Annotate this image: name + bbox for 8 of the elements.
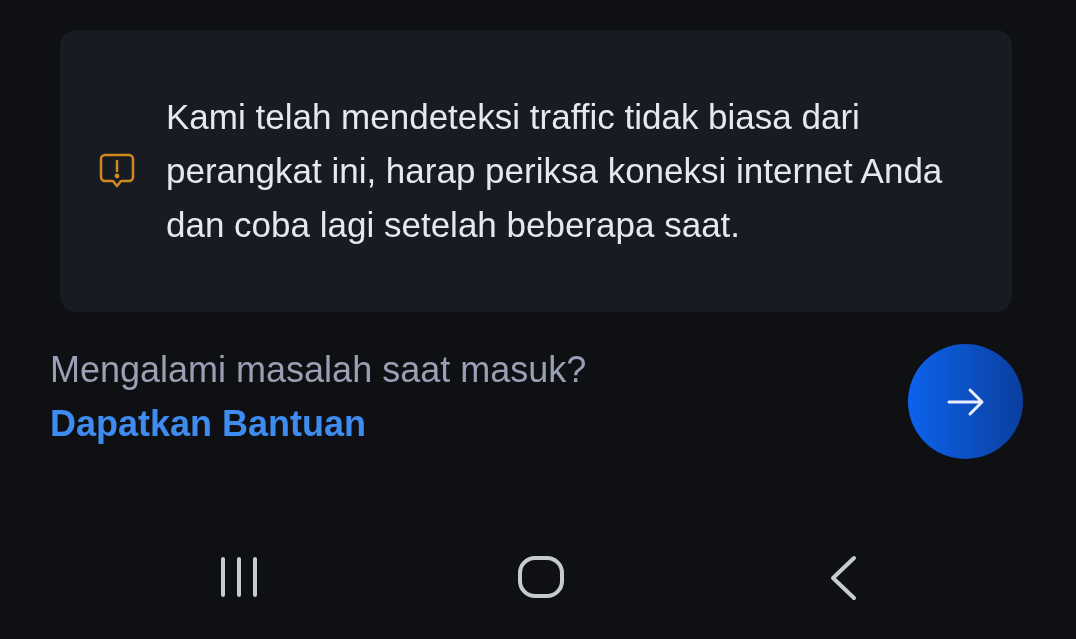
back-icon[interactable] <box>828 555 858 601</box>
help-link[interactable]: Dapatkan Bantuan <box>50 400 587 448</box>
help-question: Mengalami masalah saat masuk? <box>50 348 587 392</box>
home-icon[interactable] <box>517 555 565 599</box>
recent-apps-icon[interactable] <box>219 555 259 599</box>
arrow-right-icon <box>946 386 985 417</box>
warning-icon <box>98 152 136 190</box>
warning-message: Kami telah mendeteksi traffic tidak biasa dari perangkat ini, harap periksa koneksi internet Anda dan coba lagi setelah beberapa saat. <box>166 96 944 246</box>
